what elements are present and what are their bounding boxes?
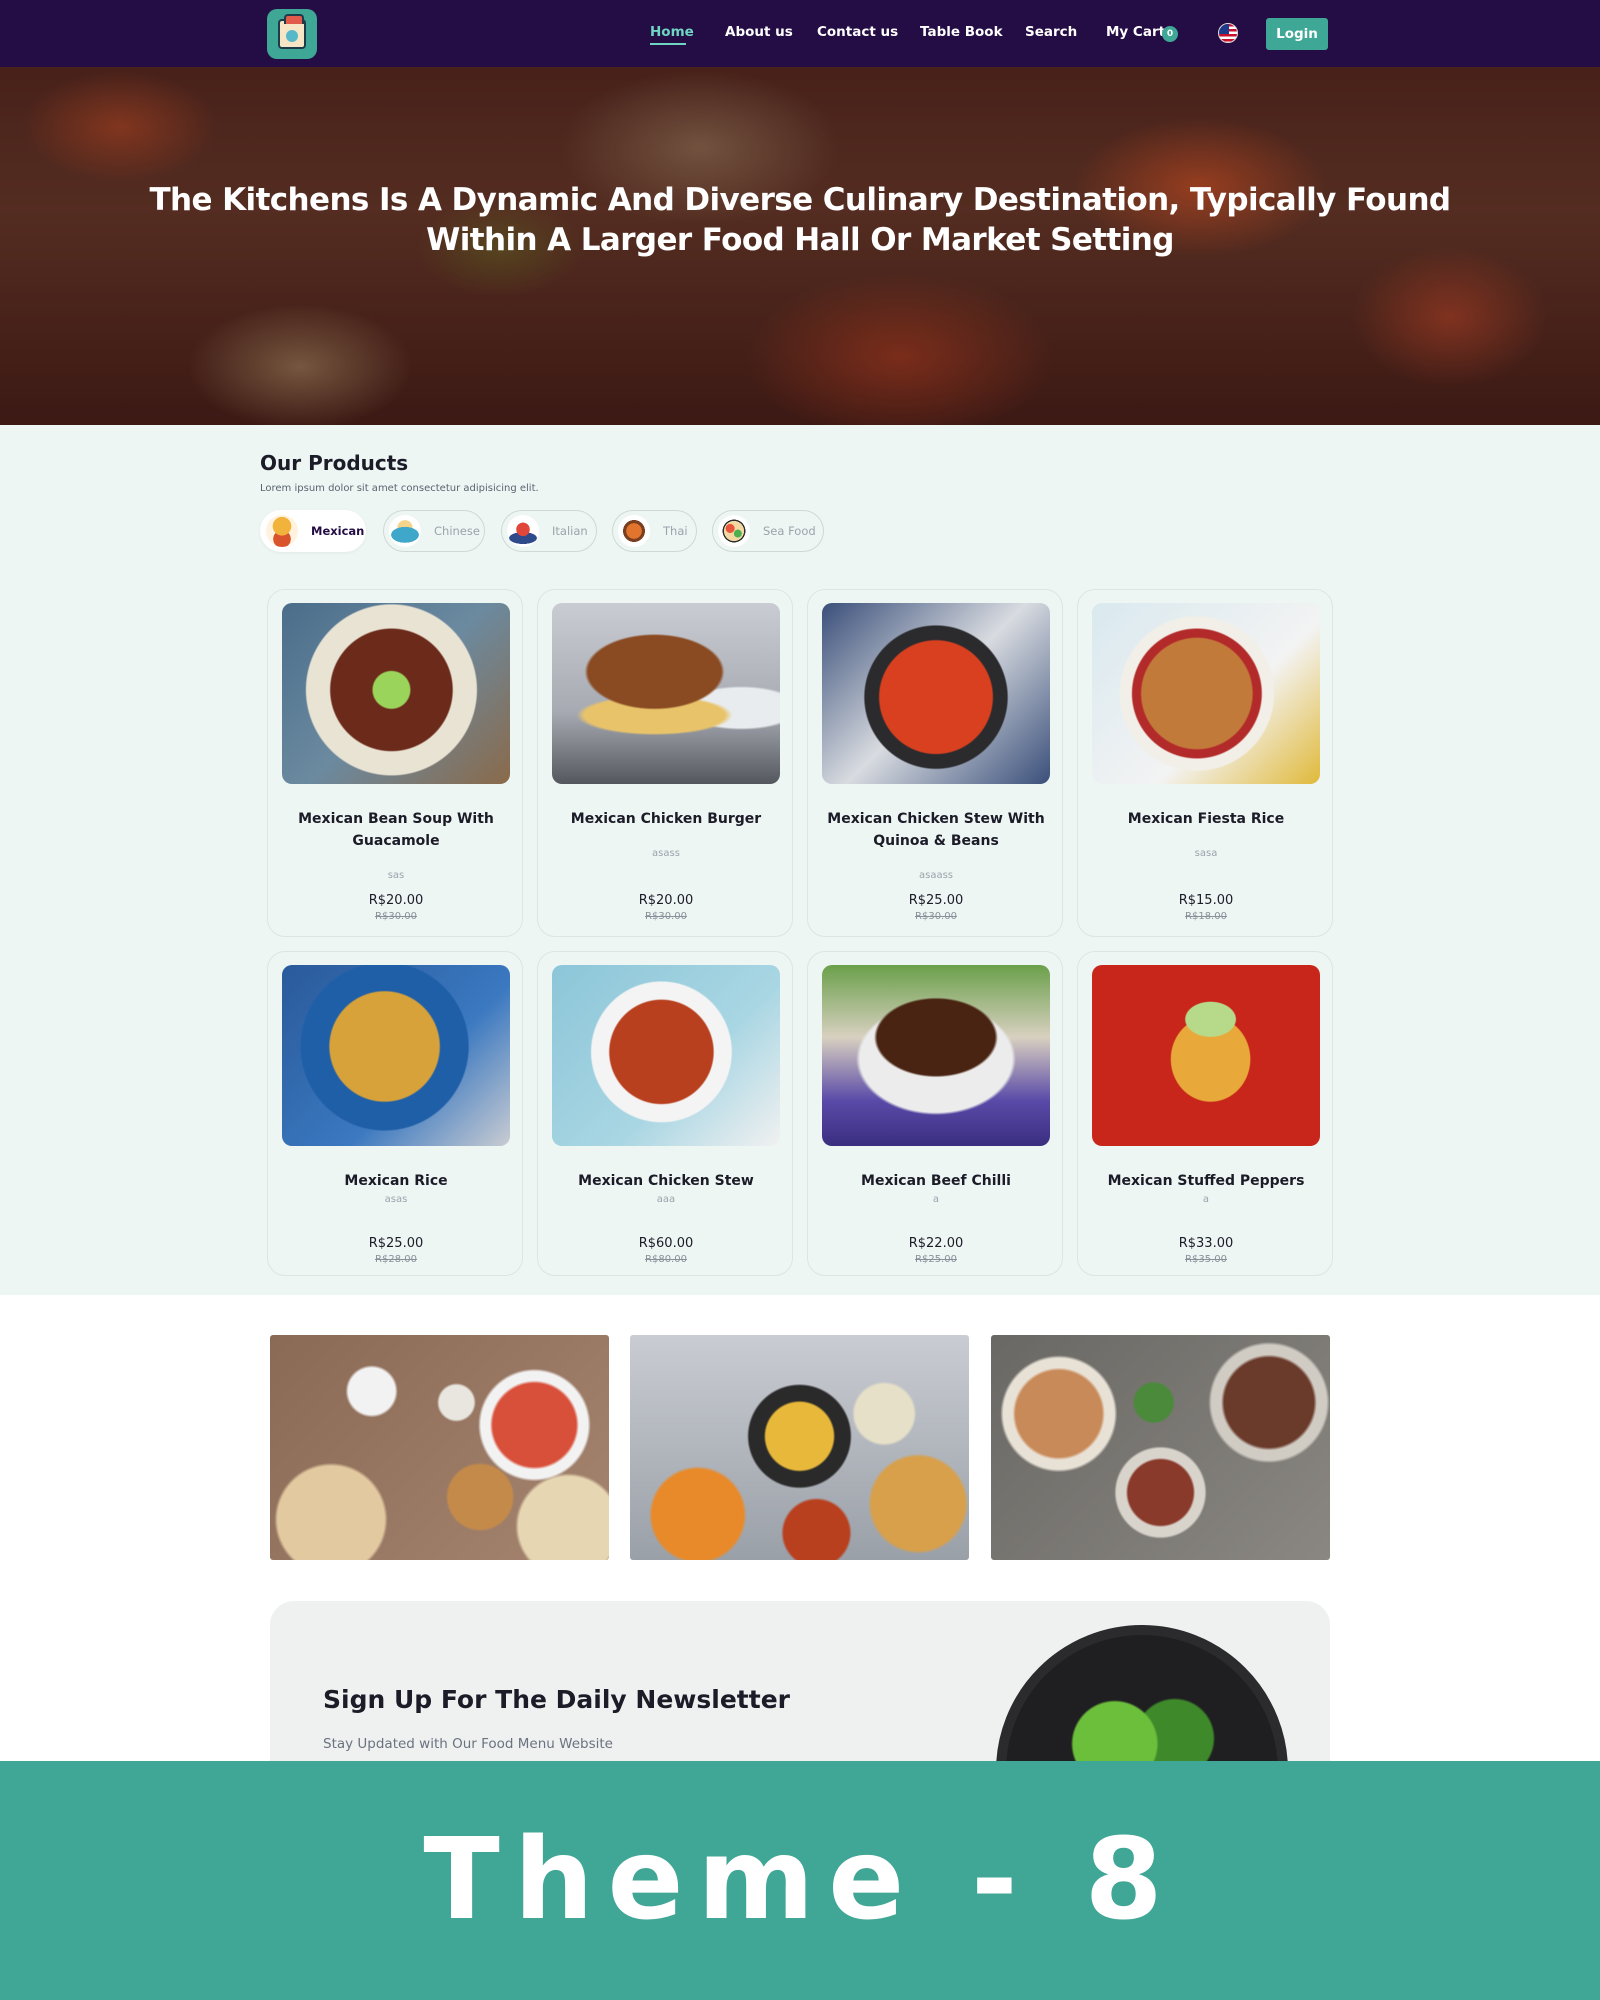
logo-icon[interactable] <box>267 9 317 59</box>
category-chip-sea-food[interactable]: Sea Food <box>712 510 824 552</box>
product-card[interactable]: Mexican Chicken Burger asass R$20.00 R$3… <box>537 589 793 937</box>
product-image-mexican-rice <box>282 965 510 1146</box>
pasta-icon <box>507 515 539 547</box>
category-chip-italian[interactable]: Italian <box>501 510 597 552</box>
cart-count-badge: 0 <box>1162 26 1178 42</box>
noodle-bowl-icon <box>389 515 421 547</box>
product-price: R$25.00 <box>908 893 964 908</box>
product-price: R$20.00 <box>368 893 424 908</box>
product-card[interactable]: Mexican Chicken Stew aaa R$60.00 R$80.00 <box>537 951 793 1276</box>
nav-search[interactable]: Search <box>1025 24 1077 40</box>
product-card[interactable]: Mexican Rice asas R$25.00 R$28.00 <box>267 951 523 1276</box>
product-price: R$25.00 <box>368 1236 424 1251</box>
category-label: Mexican <box>311 524 365 538</box>
product-description: a <box>1202 1194 1210 1205</box>
product-old-price: R$80.00 <box>645 1254 687 1265</box>
product-price: R$33.00 <box>1178 1236 1234 1251</box>
category-label: Sea Food <box>763 524 816 538</box>
product-old-price: R$18.00 <box>1185 911 1227 922</box>
product-description: sas <box>387 870 405 881</box>
product-price: R$22.00 <box>908 1236 964 1251</box>
product-price: R$20.00 <box>638 893 694 908</box>
product-description: asas <box>384 1194 408 1205</box>
products-subtitle: Lorem ipsum dolor sit amet consectetur a… <box>260 483 539 494</box>
product-name: Mexican Chicken Burger <box>570 811 762 827</box>
newsletter-section: Sign Up For The Daily Newsletter Stay Up… <box>270 1601 1330 1761</box>
product-description: sasa <box>1194 848 1218 859</box>
product-old-price: R$30.00 <box>375 911 417 922</box>
category-chip-chinese[interactable]: Chinese <box>383 510 485 552</box>
mexican-food-icon <box>266 515 298 547</box>
seafood-platter-icon <box>718 515 750 547</box>
product-image-chicken-stew <box>552 965 780 1146</box>
product-image-chicken-burger <box>552 603 780 784</box>
product-image-stuffed-peppers <box>1092 965 1320 1146</box>
newsletter-food-image <box>996 1625 1288 1761</box>
us-flag-icon[interactable] <box>1218 23 1238 43</box>
curry-bowl-icon <box>618 515 650 547</box>
newsletter-title: Sign Up For The Daily Newsletter <box>323 1685 790 1714</box>
hero-banner: The Kitchens Is A Dynamic And Diverse Cu… <box>0 67 1600 425</box>
top-navbar: Home About us Contact us Table Book Sear… <box>0 0 1600 67</box>
product-image-fiesta-rice <box>1092 603 1320 784</box>
product-old-price: R$30.00 <box>915 911 957 922</box>
nav-contact-us[interactable]: Contact us <box>817 24 898 40</box>
products-title: Our Products <box>260 451 409 475</box>
product-name: Mexican Rice <box>344 1173 448 1189</box>
product-name: Mexican Fiesta Rice <box>1127 811 1285 827</box>
product-card[interactable]: Mexican Stuffed Peppers a R$33.00 R$35.0… <box>1077 951 1333 1276</box>
product-description: aaa <box>656 1194 676 1205</box>
category-label: Chinese <box>434 524 480 538</box>
category-label: Thai <box>663 524 688 538</box>
nav-table-book[interactable]: Table Book <box>920 24 1003 40</box>
active-nav-underline <box>650 43 686 45</box>
gallery-image-plated-meals <box>991 1335 1330 1560</box>
product-price: R$15.00 <box>1178 893 1234 908</box>
product-old-price: R$28.00 <box>375 1254 417 1265</box>
product-description: asaass <box>918 870 953 881</box>
nav-home[interactable]: Home <box>650 24 694 40</box>
product-image-bean-soup <box>282 603 510 784</box>
products-section: Our Products Lorem ipsum dolor sit amet … <box>0 425 1600 1295</box>
gallery-image-asian-dishes <box>630 1335 969 1560</box>
product-name: Mexican Chicken Stew <box>578 1173 754 1189</box>
product-name: Mexican Beef Chilli <box>861 1173 1011 1189</box>
product-image-chicken-stew-quinoa <box>822 603 1050 784</box>
product-name: Mexican Chicken Stew With Quinoa & Beans <box>827 811 1045 849</box>
product-card[interactable]: Mexican Fiesta Rice sasa R$15.00 R$18.00 <box>1077 589 1333 937</box>
gallery-image-mezze <box>270 1335 609 1560</box>
product-name: Mexican Stuffed Peppers <box>1107 1173 1305 1189</box>
category-label: Italian <box>552 524 588 538</box>
product-name: Mexican Bean Soup With Guacamole <box>298 811 494 849</box>
login-button[interactable]: Login <box>1266 18 1328 50</box>
product-price: R$60.00 <box>638 1236 694 1251</box>
product-old-price: R$30.00 <box>645 911 687 922</box>
newsletter-subtitle: Stay Updated with Our Food Menu Website <box>323 1736 613 1752</box>
nav-about-us[interactable]: About us <box>725 24 793 40</box>
product-old-price: R$25.00 <box>915 1254 957 1265</box>
product-card[interactable]: Mexican Chicken Stew With Quinoa & Beans… <box>807 589 1063 937</box>
product-image-beef-chilli <box>822 965 1050 1146</box>
category-chip-thai[interactable]: Thai <box>612 510 697 552</box>
hero-title: The Kitchens Is A Dynamic And Diverse Cu… <box>149 182 1451 258</box>
product-card[interactable]: Mexican Bean Soup With Guacamole sas R$2… <box>267 589 523 937</box>
category-chip-mexican[interactable]: Mexican <box>260 510 366 552</box>
product-description: asass <box>652 848 680 859</box>
product-description: a <box>932 1194 940 1205</box>
nav-my-cart[interactable]: My Cart <box>1106 24 1165 40</box>
product-old-price: R$35.00 <box>1185 1254 1227 1265</box>
theme-label: Theme - 8 <box>423 1815 1177 1945</box>
theme-banner: Theme - 8 <box>0 1761 1600 2000</box>
product-card[interactable]: Mexican Beef Chilli a R$22.00 R$25.00 <box>807 951 1063 1276</box>
